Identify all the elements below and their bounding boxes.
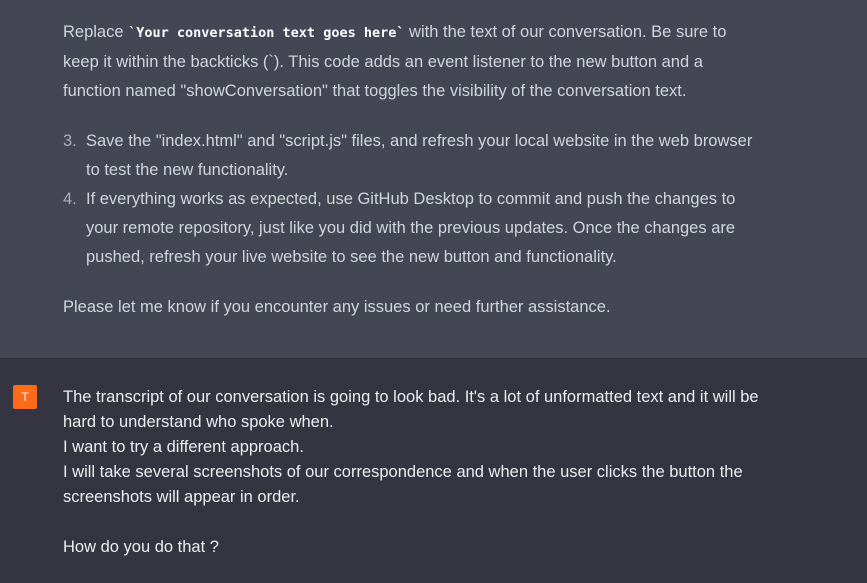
user-message: T The transcript of our conversation is … bbox=[0, 359, 867, 583]
line-break bbox=[63, 510, 763, 535]
steps-list: 3. Save the "index.html" and "script.js"… bbox=[63, 127, 763, 272]
assistant-message-content: Replace `Your conversation text goes her… bbox=[63, 18, 763, 322]
closing-paragraph: Please let me know if you encounter any … bbox=[63, 298, 611, 316]
user-message-line: How do you do that ? bbox=[63, 538, 219, 556]
list-item-number: 4. bbox=[63, 190, 77, 208]
list-item-number: 3. bbox=[63, 132, 77, 150]
assistant-paragraph: Replace `Your conversation text goes her… bbox=[63, 18, 763, 106]
list-item-text: Save the "index.html" and "script.js" fi… bbox=[86, 132, 753, 179]
paragraph-text: Replace bbox=[63, 23, 129, 41]
user-message-line: I will take several screenshots of our c… bbox=[63, 463, 743, 506]
list-item-text: If everything works as expected, use Git… bbox=[86, 190, 736, 266]
list-item: 3. Save the "index.html" and "script.js"… bbox=[63, 127, 763, 185]
user-message-content: The transcript of our conversation is go… bbox=[63, 385, 763, 560]
list-item: 4. If everything works as expected, use … bbox=[63, 185, 763, 272]
inline-code: `Your conversation text goes here` bbox=[128, 25, 405, 41]
user-avatar: T bbox=[13, 385, 37, 409]
user-message-line: I want to try a different approach. bbox=[63, 438, 304, 456]
user-message-line: The transcript of our conversation is go… bbox=[63, 388, 759, 431]
assistant-message: Replace `Your conversation text goes her… bbox=[0, 0, 867, 359]
